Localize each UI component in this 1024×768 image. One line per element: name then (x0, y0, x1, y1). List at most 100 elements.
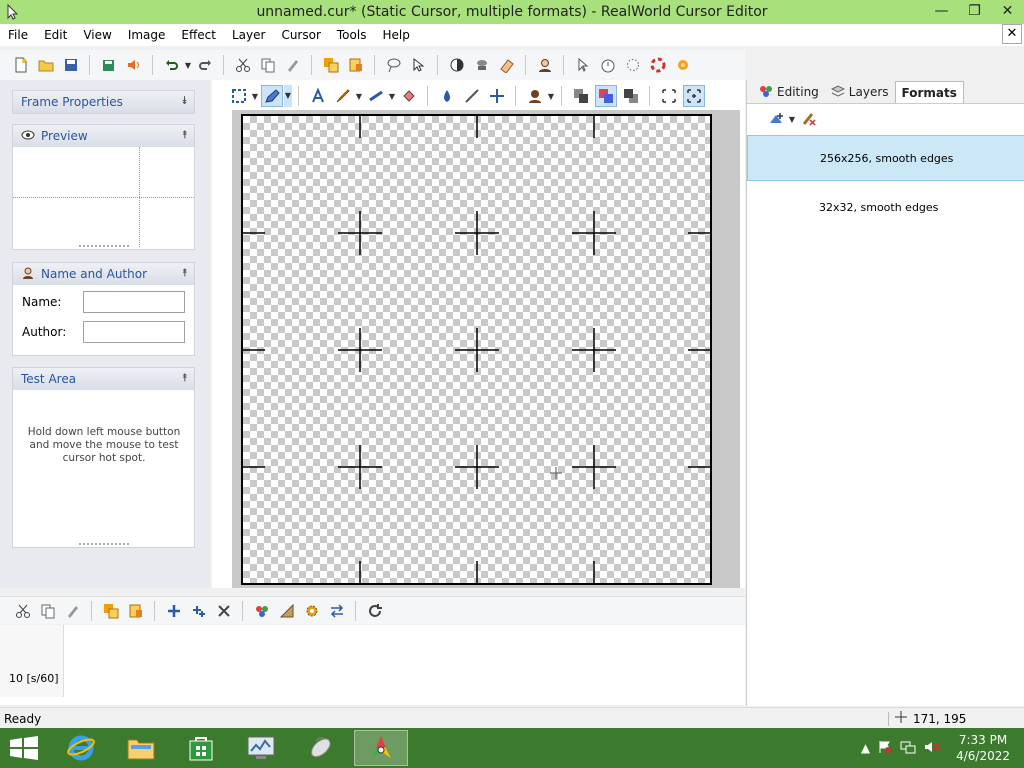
format-item-32[interactable]: 32x32, smooth edges (747, 184, 1024, 230)
tab-editing[interactable]: Editing (753, 81, 825, 103)
test-area-hint[interactable]: Hold down left mouse button and move the… (21, 426, 187, 465)
drawing-canvas[interactable] (241, 114, 712, 585)
lasso-icon[interactable] (383, 54, 405, 76)
contrast-icon[interactable] (446, 54, 468, 76)
brush-dropdown-icon[interactable]: ▼ (355, 92, 363, 101)
action-center-flag-icon[interactable] (878, 740, 892, 757)
text-tool-icon[interactable] (307, 85, 329, 107)
menu-effect[interactable]: Effect (173, 24, 224, 46)
menu-layer[interactable]: Layer (224, 24, 273, 46)
cut-icon[interactable] (232, 54, 254, 76)
layers-copy-icon[interactable] (320, 54, 342, 76)
menu-help[interactable]: Help (374, 24, 417, 46)
frame-copy-icon[interactable] (37, 600, 59, 622)
taskbar-clock[interactable]: 7:33 PM 4/6/2022 (956, 732, 1010, 764)
stamp-icon[interactable] (471, 54, 493, 76)
insert-frame-icon[interactable] (188, 600, 210, 622)
new-file-icon[interactable] (10, 54, 32, 76)
line-tool-icon[interactable] (365, 85, 387, 107)
eraser-icon[interactable] (496, 54, 518, 76)
format-item-256[interactable]: 256x256, smooth edges (747, 135, 1024, 181)
volume-muted-icon[interactable] (924, 740, 940, 757)
resize-grip[interactable] (79, 543, 129, 546)
tab-layers[interactable]: Layers (825, 81, 895, 103)
preview-header[interactable]: Preview ⯭ (13, 125, 194, 147)
select-rect-icon[interactable] (228, 85, 250, 107)
frame-thumbnail[interactable]: 10 [s/60] (0, 625, 64, 697)
refresh-icon[interactable] (364, 600, 386, 622)
name-input[interactable] (83, 291, 185, 313)
brush-tool-icon[interactable] (332, 85, 354, 107)
test-area-header[interactable]: Test Area ⯭ (13, 368, 194, 390)
frame-duplicate-icon[interactable] (100, 600, 122, 622)
frame-cut-icon[interactable] (12, 600, 34, 622)
dotted-circle-icon[interactable] (622, 54, 644, 76)
menu-file[interactable]: File (0, 24, 36, 46)
menu-image[interactable]: Image (120, 24, 174, 46)
copy-icon[interactable] (257, 54, 279, 76)
save-icon[interactable] (60, 54, 82, 76)
pencil-dropdown-icon[interactable]: ▼ (284, 85, 292, 107)
taskbar-cursor-editor-button[interactable] (354, 730, 408, 766)
frame-import-icon[interactable] (125, 600, 147, 622)
add-format-dropdown-icon[interactable]: ▼ (788, 115, 796, 124)
tray-expand-icon[interactable]: ▲ (861, 741, 870, 755)
pencil-tool-icon[interactable] (260, 85, 283, 107)
sparkle-icon[interactable] (672, 54, 694, 76)
mask-icon[interactable] (524, 85, 546, 107)
frame-swap-icon[interactable] (326, 600, 348, 622)
line-dropdown-icon[interactable]: ▼ (388, 92, 396, 101)
lifebuoy-icon[interactable] (647, 54, 669, 76)
frame-paste-icon[interactable] (62, 600, 84, 622)
sound-icon[interactable] (123, 54, 145, 76)
add-frame-icon[interactable] (163, 600, 185, 622)
layer-back-icon[interactable] (570, 85, 592, 107)
taskbar-explorer-button[interactable] (114, 730, 168, 766)
chevron-up-icon[interactable]: ⯭ (181, 266, 188, 280)
close-document-button[interactable]: ✕ (1002, 24, 1022, 44)
select-pointer-icon[interactable] (408, 54, 430, 76)
taskbar-mouse-button[interactable] (294, 730, 348, 766)
start-button[interactable] (0, 730, 48, 766)
author-input[interactable] (83, 321, 185, 343)
minimize-button[interactable]: — (925, 0, 958, 22)
cursor-arrow-icon[interactable] (572, 54, 594, 76)
tab-formats[interactable]: Formats (894, 81, 964, 103)
mask-dropdown-icon[interactable]: ▼ (547, 92, 555, 101)
user-icon[interactable] (534, 54, 556, 76)
name-author-header[interactable]: Name and Author ⯭ (13, 263, 194, 285)
delete-format-icon[interactable] (798, 108, 820, 130)
frame-gear-icon[interactable] (301, 600, 323, 622)
layers-paste-icon[interactable] (345, 54, 367, 76)
frame-properties-header[interactable]: Frame Properties ⯯ (13, 91, 194, 113)
fill-tool-icon[interactable] (398, 85, 420, 107)
taskbar-store-button[interactable] (174, 730, 228, 766)
maximize-button[interactable]: ❐ (958, 0, 991, 22)
select-dropdown-icon[interactable]: ▼ (251, 92, 259, 101)
clone-tool-icon[interactable] (461, 85, 483, 107)
taskbar-ie-button[interactable] (54, 730, 108, 766)
add-format-icon[interactable] (765, 108, 787, 130)
save-all-icon[interactable] (98, 54, 120, 76)
frame-effects-icon[interactable] (251, 600, 273, 622)
delete-frame-icon[interactable] (213, 600, 235, 622)
network-icon[interactable] (900, 740, 916, 757)
grid-lines-icon[interactable] (682, 85, 705, 107)
chevron-down-icon[interactable]: ⯯ (181, 94, 188, 108)
hotspot-tool-icon[interactable] (486, 85, 508, 107)
timer-icon[interactable] (597, 54, 619, 76)
paste-icon[interactable] (282, 54, 304, 76)
grid-dots-icon[interactable] (658, 85, 680, 107)
close-button[interactable]: ✕ (991, 0, 1024, 22)
undo-dropdown-icon[interactable]: ▼ (184, 61, 192, 70)
resize-grip[interactable] (79, 245, 129, 248)
redo-icon[interactable] (194, 54, 216, 76)
menu-cursor[interactable]: Cursor (273, 24, 328, 46)
chevron-up-icon[interactable]: ⯭ (181, 371, 188, 385)
menu-edit[interactable]: Edit (36, 24, 75, 46)
layer-front-icon[interactable] (620, 85, 642, 107)
undo-icon[interactable] (161, 54, 183, 76)
layer-blend-icon[interactable] (594, 85, 617, 107)
frame-ramp-icon[interactable] (276, 600, 298, 622)
open-folder-icon[interactable] (35, 54, 57, 76)
